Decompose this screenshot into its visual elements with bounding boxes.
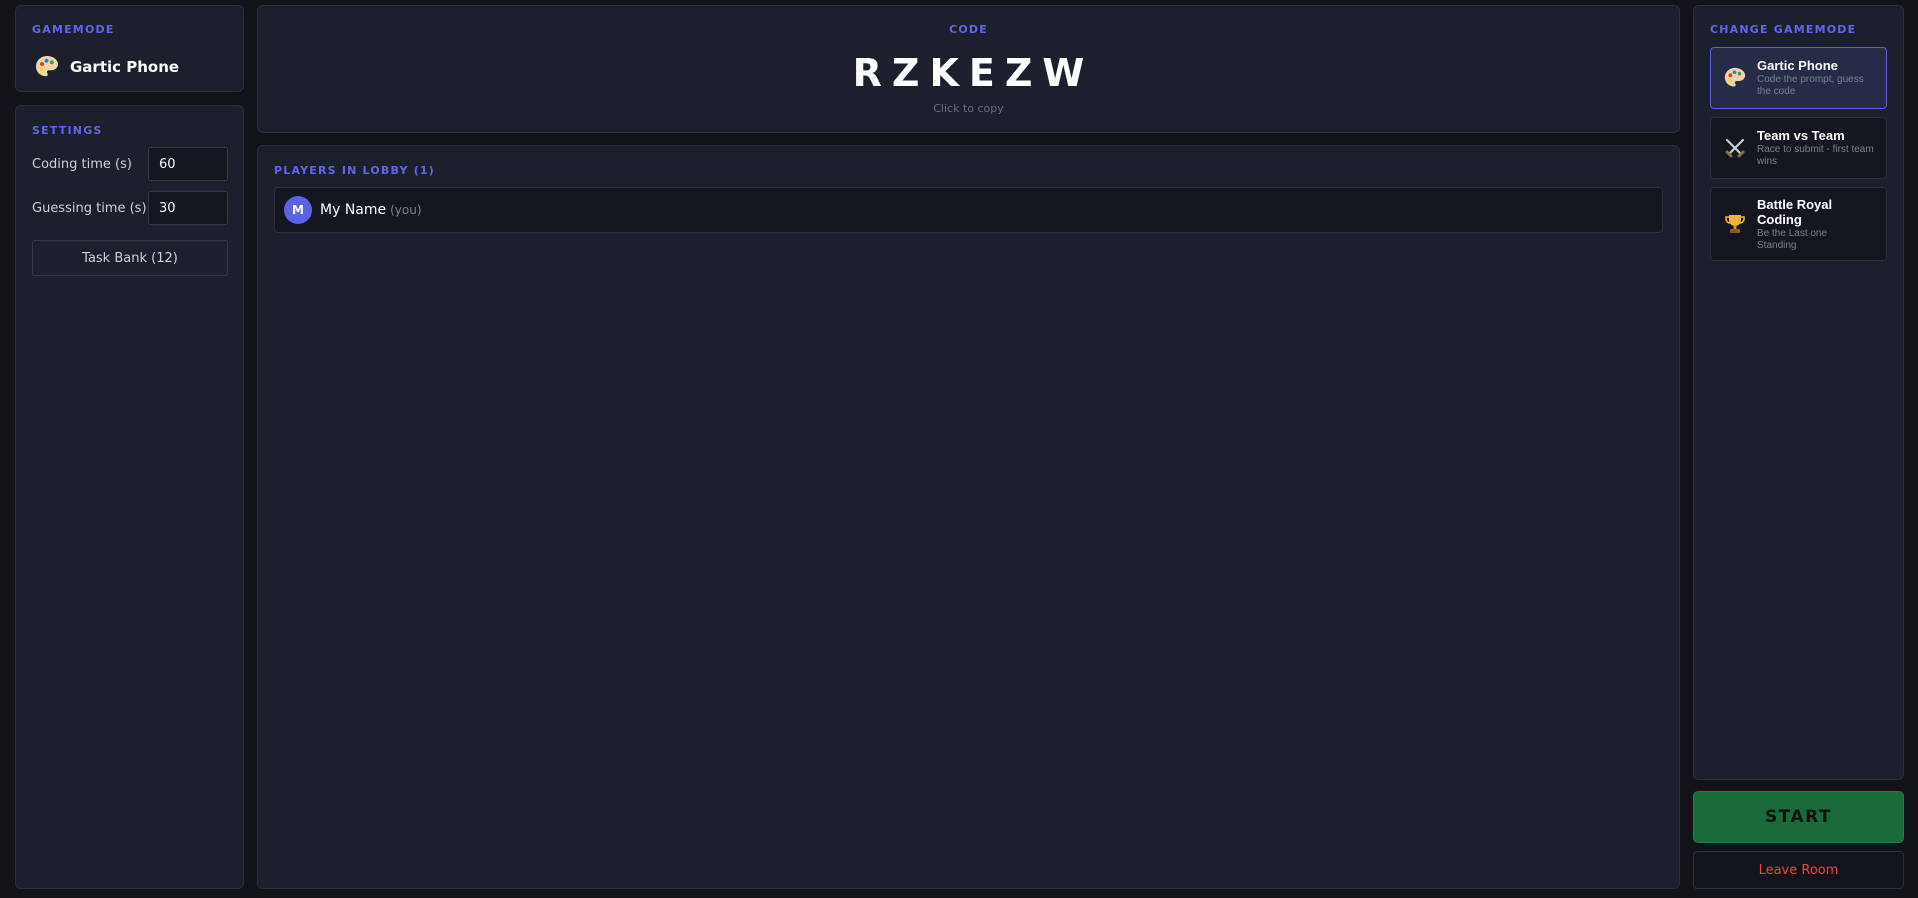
guessing-time-row: Guessing time (s) 30 [32,191,228,225]
room-code[interactable]: RZKEZW [258,51,1679,95]
palette-icon [1724,67,1746,87]
trophy-icon [1725,215,1745,233]
mode-option-battle-royal[interactable]: Battle Royal Coding Be the Last one Stan… [1710,187,1887,261]
guessing-time-input[interactable]: 30 [148,191,228,225]
leave-room-button[interactable]: Leave Room [1693,851,1904,889]
gamemode-heading: GAMEMODE [32,23,115,36]
avatar: M [284,196,312,224]
crossed-swords-icon [1725,138,1745,158]
palette-icon [36,56,58,77]
mode-option-team-vs-team[interactable]: Team vs Team Race to submit - first team… [1710,117,1887,179]
coding-time-label: Coding time (s) [32,156,132,172]
player-name: My Name [320,202,387,218]
mode-description: Race to submit - first team wins [1757,144,1874,167]
you-tag: (you) [390,203,422,217]
change-gamemode-panel: CHANGE GAMEMODE Gartic Phone Code the pr… [1693,5,1904,780]
player-row: M My Name (you) [274,187,1663,233]
room-code-panel[interactable]: CODE RZKEZW Click to copy [257,5,1680,133]
settings-heading: SETTINGS [32,124,103,137]
mode-title: Team vs Team [1757,128,1845,143]
mode-text: Gartic Phone Code the prompt, guess the … [1757,58,1875,98]
coding-time-row: Coding time (s) 60 [32,147,228,181]
coding-time-input[interactable]: 60 [148,147,228,181]
mode-text: Team vs Team Race to submit - first team… [1757,128,1875,168]
mode-title: Battle Royal Coding [1757,196,1833,227]
players-heading: PLAYERS IN LOBBY (1) [274,164,436,177]
mode-option-gartic-phone[interactable]: Gartic Phone Code the prompt, guess the … [1710,47,1887,109]
copy-hint: Click to copy [933,102,1004,115]
mode-description: Code the prompt, guess the code [1757,74,1864,97]
current-gamemode-name: Gartic Phone [70,58,180,76]
mode-text: Battle Royal Coding Be the Last one Stan… [1757,197,1847,252]
change-gamemode-heading: CHANGE GAMEMODE [1710,23,1857,36]
mode-title: Gartic Phone [1757,58,1838,73]
task-bank-button[interactable]: Task Bank (12) [32,240,228,276]
code-heading: CODE [949,23,988,36]
mode-description: Be the Last one Standing [1757,227,1828,251]
current-gamemode: Gartic Phone [34,54,179,80]
guessing-time-label: Guessing time (s) [32,200,147,216]
gamemode-panel: GAMEMODE Gartic Phone [15,5,244,92]
settings-panel: SETTINGS Coding time (s) 60 Guessing tim… [15,105,244,889]
players-panel: PLAYERS IN LOBBY (1) M My Name (you) [257,145,1680,889]
start-button[interactable]: START [1693,791,1904,843]
